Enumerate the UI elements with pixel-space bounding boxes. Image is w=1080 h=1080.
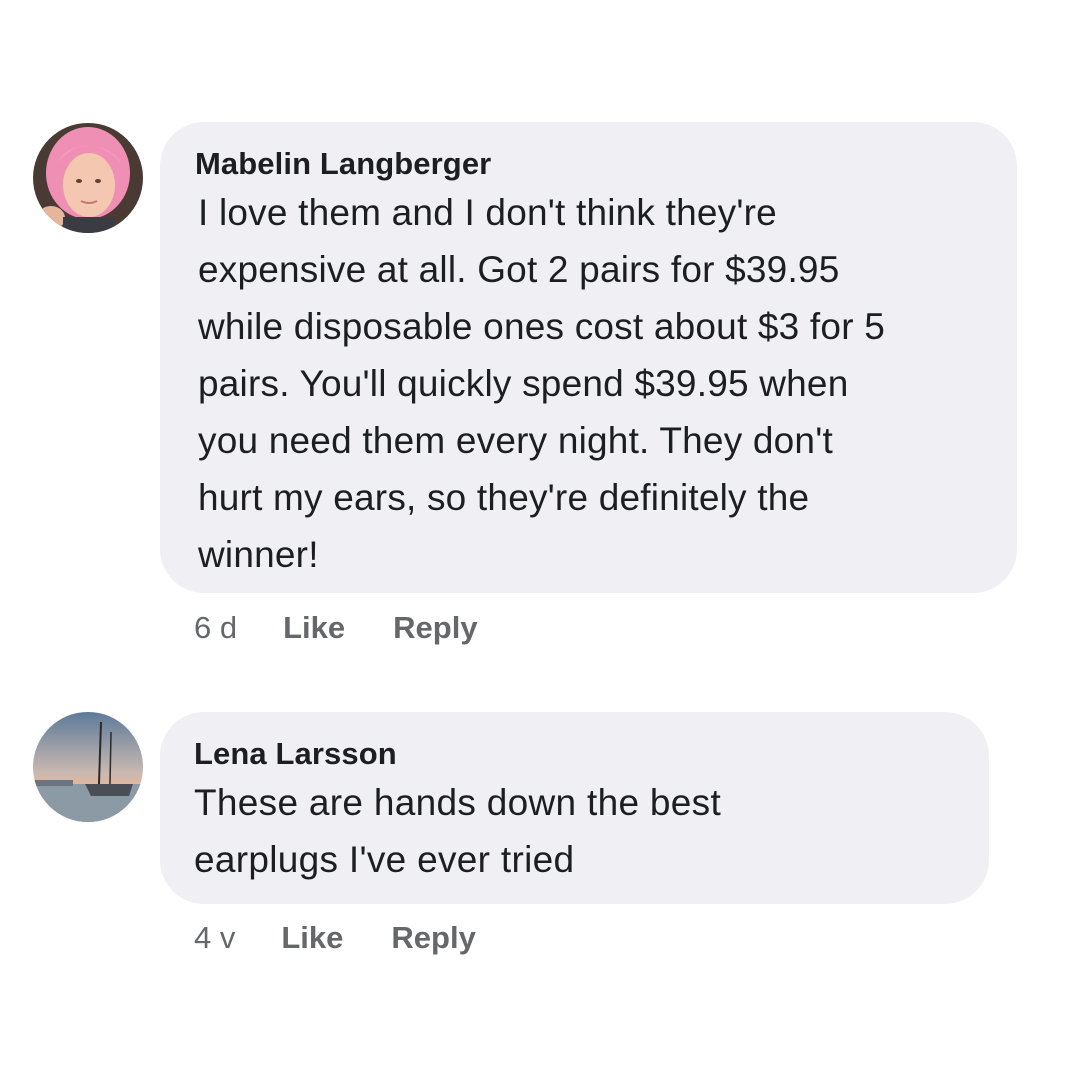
avatar[interactable]	[33, 712, 143, 822]
comment-bubble: Mabelin Langberger I love them and I don…	[160, 122, 1017, 593]
comment-text: These are hands down the best earplugs I…	[194, 782, 722, 880]
avatar[interactable]	[33, 123, 143, 233]
comment-author[interactable]: Mabelin Langberger	[195, 144, 993, 184]
comment-timestamp[interactable]: 4 v	[194, 920, 235, 956]
comment-actions: 6 d Like Reply	[194, 610, 526, 646]
profile-photo-icon	[33, 712, 143, 822]
like-button[interactable]: Like	[283, 610, 345, 646]
comment-text: I love them and I don't think they're ex…	[198, 192, 885, 575]
like-button[interactable]: Like	[281, 920, 343, 956]
comment-author[interactable]: Lena Larsson	[194, 734, 965, 774]
reply-button[interactable]: Reply	[393, 610, 477, 646]
comment-timestamp[interactable]: 6 d	[194, 610, 237, 646]
comment-actions: 4 v Like Reply	[194, 920, 524, 956]
reply-button[interactable]: Reply	[391, 920, 475, 956]
comment-bubble: Lena Larsson These are hands down the be…	[160, 712, 989, 904]
profile-photo-icon	[33, 123, 143, 233]
